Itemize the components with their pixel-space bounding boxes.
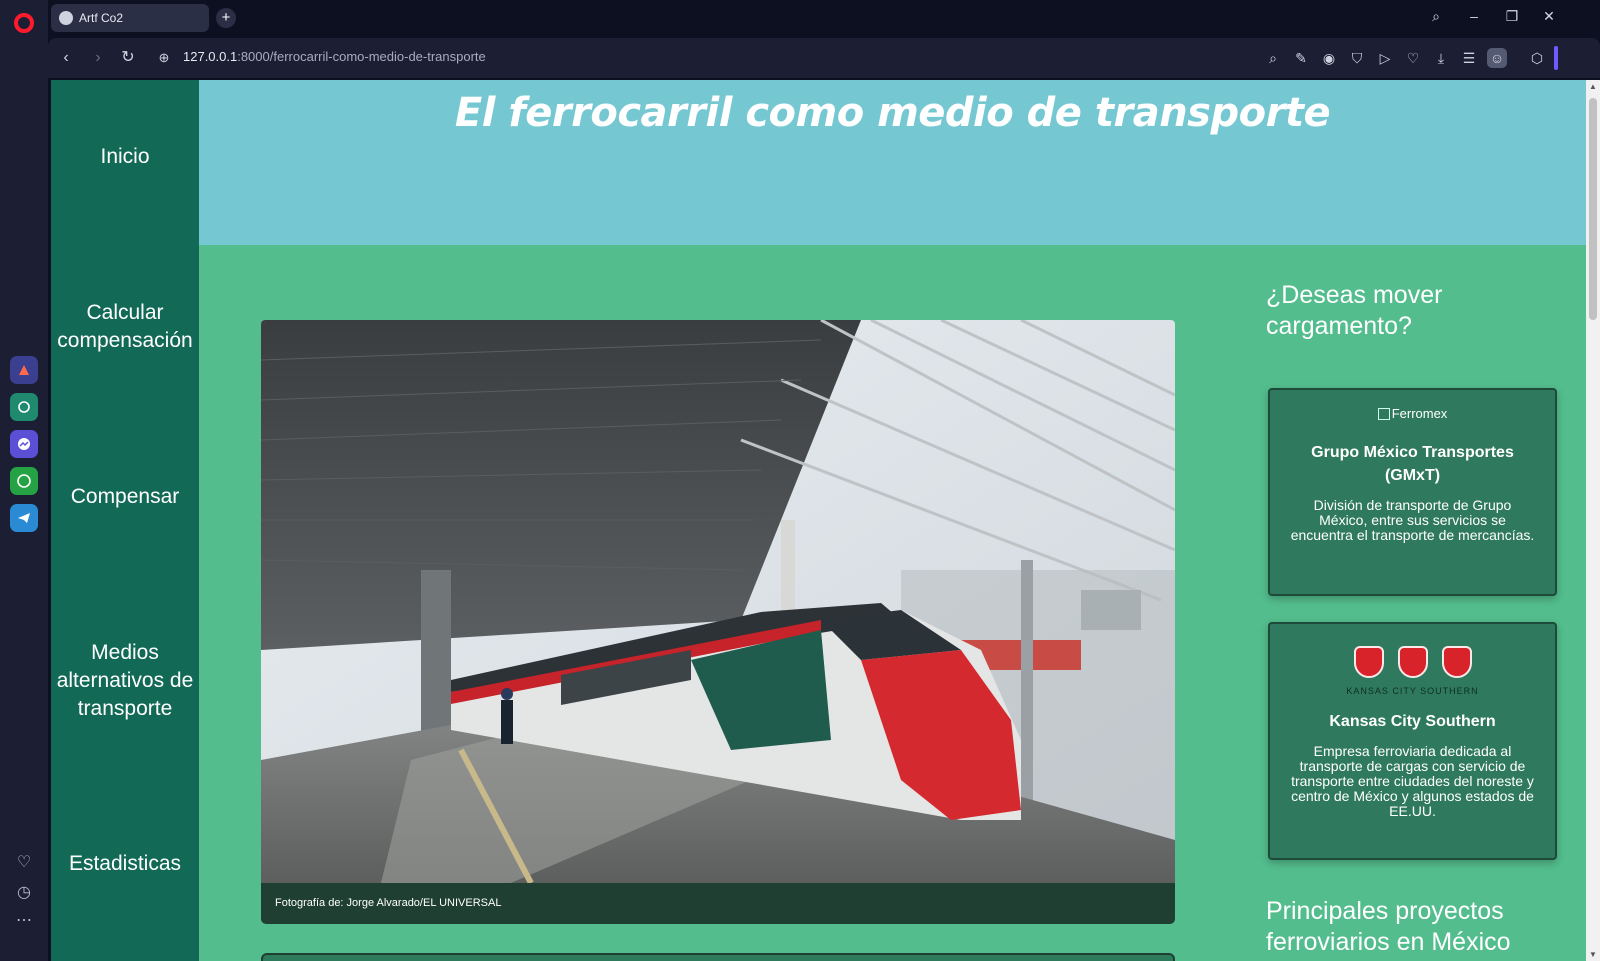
browser-sidebar: ♡ ◷ ⋯ [0, 0, 48, 961]
globe-icon [59, 11, 73, 25]
ferromex-logo-broken-image: Ferromex [1377, 406, 1448, 421]
company-description: Empresa ferroviaria dedicada al transpor… [1291, 743, 1534, 819]
url-host: 127.0.0.1 [183, 49, 238, 64]
play-icon[interactable]: ▷ [1375, 48, 1395, 68]
kcs-logo [1270, 646, 1555, 678]
back-icon[interactable]: ‹ [55, 47, 77, 69]
url-path: :8000/ferrocarril-como-medio-de-transpor… [237, 49, 486, 64]
minimize-icon[interactable]: – [1463, 8, 1485, 24]
nav-inicio[interactable]: Inicio [51, 143, 199, 171]
company-name: Grupo México Transportes (GMxT) [1311, 443, 1514, 484]
company-card-kcs[interactable]: KANSAS CITY SOUTHERN Kansas City Souther… [1268, 622, 1557, 860]
url-field[interactable]: 127.0.0.1:8000/ferrocarril-como-medio-de… [183, 49, 486, 64]
profile-icon[interactable]: ☺ [1487, 48, 1507, 68]
maximize-icon[interactable]: ❐ [1501, 8, 1523, 25]
kcs-logo-text: KANSAS CITY SOUTHERN [1346, 686, 1479, 696]
page-banner: El ferrocarril como medio de transporte [199, 80, 1586, 245]
address-bar: ‹ › ↻ ⊕ 127.0.0.1:8000/ferrocarril-como-… [48, 38, 1600, 78]
nav-estadisticas[interactable]: Estadisticas [51, 850, 199, 878]
aside-title: ¿Deseas mover cargamento? [1266, 281, 1443, 340]
site-info-icon[interactable]: ⊕ [153, 47, 175, 69]
nav-medios-alternativos[interactable]: Medios alternativos de transporte [51, 639, 199, 723]
search-icon[interactable]: ⌕ [1425, 8, 1447, 25]
nav-calcular-compensacion[interactable]: Calcular compensación [51, 299, 199, 355]
tab-title: Artf Co2 [79, 11, 124, 25]
scroll-down-icon[interactable]: ▼ [1586, 950, 1600, 959]
download-icon[interactable]: ⤓ [1431, 48, 1451, 68]
page-title: El ferrocarril como medio de transporte [454, 90, 1331, 136]
kcs-shield-icon [1397, 646, 1428, 678]
menu-icon[interactable]: ☰ [1459, 48, 1479, 68]
company-name: Kansas City Southern [1329, 713, 1496, 730]
messenger-app-icon[interactable] [10, 430, 38, 458]
company-description: División de transporte de Grupo México, … [1290, 496, 1535, 543]
scrollbar-thumb[interactable] [1589, 98, 1597, 320]
train-photo [261, 320, 1175, 883]
edit-icon[interactable]: ✎ [1291, 48, 1311, 68]
more-icon[interactable]: ⋯ [14, 911, 34, 931]
whatsapp-app-icon[interactable] [10, 467, 38, 495]
history-icon[interactable]: ◷ [14, 883, 34, 903]
aria-app-icon[interactable] [10, 356, 38, 384]
heart-icon[interactable]: ♡ [14, 853, 34, 873]
kcs-shield-icon [1353, 646, 1384, 678]
tab-strip: Artf Co2 + ⌕ – ❐ ✕ [48, 0, 1600, 36]
forward-icon[interactable]: › [87, 47, 109, 69]
camera-icon[interactable]: ◉ [1319, 48, 1339, 68]
close-icon[interactable]: ✕ [1538, 8, 1560, 25]
web-page: Inicio Calcular compensación Compensar M… [51, 80, 1586, 961]
extensions-icon[interactable]: ⬡ [1527, 48, 1547, 68]
scroll-up-icon[interactable]: ▲ [1586, 82, 1600, 91]
telegram-app-icon[interactable] [10, 504, 38, 532]
shield-icon[interactable]: ⛉ [1347, 48, 1367, 68]
broken-image-icon [1377, 407, 1390, 420]
new-tab-button[interactable]: + [216, 8, 236, 28]
reload-icon[interactable]: ↻ [117, 47, 139, 69]
tab-active[interactable]: Artf Co2 [51, 4, 209, 32]
favorite-icon[interactable]: ♡ [1403, 48, 1423, 68]
page-scrollbar[interactable]: ▲ ▼ [1586, 80, 1600, 961]
chatgpt-app-icon[interactable] [10, 393, 38, 421]
aside-title-projects: Principales proyectos ferroviarios en Mé… [1266, 897, 1511, 956]
photo-caption: Fotografía de: Jorge Alvarado/EL UNIVERS… [261, 883, 1175, 924]
kcs-shield-icon [1441, 646, 1472, 678]
opera-logo-icon[interactable] [14, 13, 34, 33]
nav-compensar[interactable]: Compensar [51, 483, 199, 511]
zoom-icon[interactable]: ⌕ [1263, 48, 1283, 68]
image-alt-text: Ferromex [1391, 406, 1448, 421]
company-card-gmxt[interactable]: Ferromex Grupo México Transportes (GMxT)… [1268, 388, 1557, 596]
site-sidebar: Inicio Calcular compensación Compensar M… [51, 80, 199, 961]
accent-bar [1554, 46, 1558, 70]
next-section-card [261, 953, 1175, 961]
